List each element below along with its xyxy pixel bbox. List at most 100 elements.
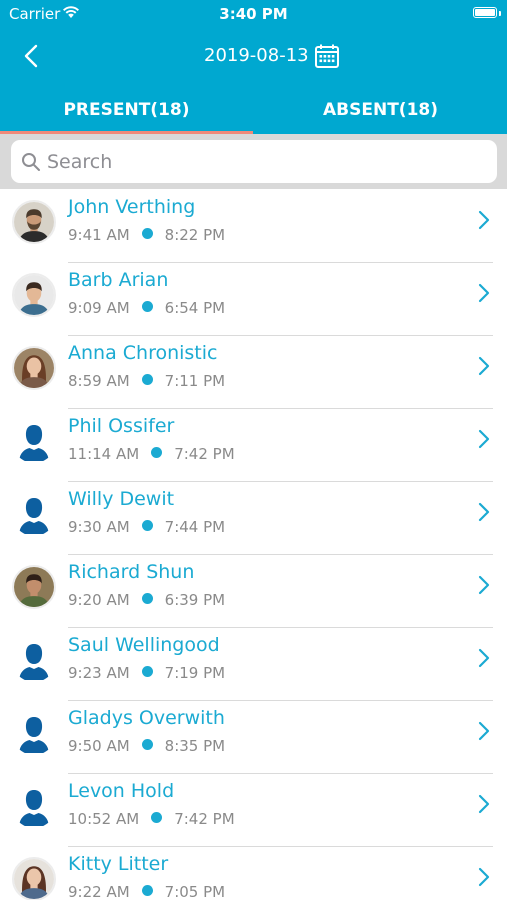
back-arrow-icon[interactable] — [18, 40, 46, 72]
check-times: 9:09 AM 6:54 PM — [68, 299, 225, 317]
check-times: 9:30 AM 7:44 PM — [68, 518, 225, 536]
attendance-list: John Verthing 9:41 AM 8:22 PM Barb Arian … — [0, 189, 507, 900]
tab-bar: PRESENT(18) ABSENT(18) — [0, 88, 507, 134]
search-bar[interactable] — [11, 140, 497, 183]
person-name: Barb Arian — [68, 269, 169, 291]
search-icon — [22, 153, 40, 171]
list-item-gladys-overwith[interactable]: Gladys Overwith 9:50 AM 8:35 PM — [0, 700, 507, 773]
calendar-icon[interactable] — [314, 43, 340, 69]
list-item-phil-ossifer[interactable]: Phil Ossifer 11:14 AM 7:42 PM — [0, 408, 507, 481]
check-in-time: 9:41 AM — [68, 226, 130, 244]
check-out-time: 8:22 PM — [164, 226, 226, 244]
check-in-time: 9:23 AM — [68, 664, 130, 682]
list-item-saul-wellingood[interactable]: Saul Wellingood 9:23 AM 7:19 PM — [0, 627, 507, 700]
row-separator — [68, 773, 493, 774]
check-in-time: 8:59 AM — [68, 372, 130, 390]
list-item-richard-shun[interactable]: Richard Shun 9:20 AM 6:39 PM — [0, 554, 507, 627]
check-in-time: 9:09 AM — [68, 299, 130, 317]
row-separator — [68, 262, 493, 263]
nav-bar: 2019-08-13 — [0, 30, 507, 82]
person-name: Levon Hold — [68, 780, 175, 802]
tab-present-label: PRESENT(18) — [63, 100, 190, 120]
avatar-photo — [12, 857, 56, 900]
search-input[interactable] — [47, 140, 477, 183]
status-dot — [141, 666, 153, 677]
chevron-right-icon[interactable] — [477, 793, 491, 815]
status-dot — [141, 301, 153, 312]
avatar-placeholder-icon — [12, 638, 56, 682]
avatar-placeholder-icon — [12, 784, 56, 828]
check-times: 9:22 AM 7:05 PM — [68, 883, 225, 900]
row-separator — [68, 408, 493, 409]
check-times: 9:50 AM 8:35 PM — [68, 737, 225, 755]
status-dot — [141, 885, 153, 896]
person-name: Richard Shun — [68, 561, 195, 583]
chevron-right-icon[interactable] — [477, 866, 491, 888]
check-in-time: 10:52 AM — [68, 810, 140, 828]
row-separator — [68, 481, 493, 482]
row-separator — [68, 846, 493, 847]
list-item-levon-hold[interactable]: Levon Hold 10:52 AM 7:42 PM — [0, 773, 507, 846]
person-name: Anna Chronistic — [68, 342, 218, 364]
status-dot — [141, 593, 153, 604]
person-name: Willy Dewit — [68, 488, 175, 510]
chevron-right-icon[interactable] — [477, 647, 491, 669]
battery-icon — [473, 7, 497, 18]
check-times: 11:14 AM 7:42 PM — [68, 445, 235, 463]
chevron-right-icon[interactable] — [477, 282, 491, 304]
list-item-barb-arian[interactable]: Barb Arian 9:09 AM 6:54 PM — [0, 262, 507, 335]
check-out-time: 6:39 PM — [164, 591, 226, 609]
list-item-willy-dewit[interactable]: Willy Dewit 9:30 AM 7:44 PM — [0, 481, 507, 554]
status-dot — [141, 374, 153, 385]
check-times: 9:20 AM 6:39 PM — [68, 591, 225, 609]
tab-present[interactable]: PRESENT(18) — [0, 88, 253, 134]
tab-absent[interactable]: ABSENT(18) — [254, 88, 507, 134]
avatar-photo — [12, 273, 56, 317]
check-out-time: 7:19 PM — [164, 664, 226, 682]
check-times: 9:23 AM 7:19 PM — [68, 664, 225, 682]
row-separator — [68, 700, 493, 701]
row-separator — [68, 554, 493, 555]
chevron-right-icon[interactable] — [477, 501, 491, 523]
person-name: Gladys Overwith — [68, 707, 225, 729]
person-name: Saul Wellingood — [68, 634, 220, 656]
check-out-time: 7:44 PM — [164, 518, 226, 536]
selected-date: 2019-08-13 — [204, 45, 309, 66]
check-times: 8:59 AM 7:11 PM — [68, 372, 225, 390]
check-times: 10:52 AM 7:42 PM — [68, 810, 235, 828]
check-out-time: 7:42 PM — [174, 445, 235, 463]
row-separator — [68, 335, 493, 336]
check-in-time: 9:22 AM — [68, 883, 130, 900]
check-out-time: 7:11 PM — [164, 372, 226, 390]
check-times: 9:41 AM 8:22 PM — [68, 226, 225, 244]
person-name: Kitty Litter — [68, 853, 169, 875]
status-dot — [151, 447, 163, 458]
status-bar: Carrier 3:40 PM — [0, 0, 507, 28]
check-out-time: 7:42 PM — [174, 810, 235, 828]
list-item-anna-chronistic[interactable]: Anna Chronistic 8:59 AM 7:11 PM — [0, 335, 507, 408]
search-bar-container — [0, 134, 507, 189]
row-separator — [68, 627, 493, 628]
chevron-right-icon[interactable] — [477, 574, 491, 596]
avatar-placeholder-icon — [12, 711, 56, 755]
avatar-placeholder-icon — [12, 492, 56, 536]
avatar-placeholder-icon — [12, 419, 56, 463]
chevron-right-icon[interactable] — [477, 428, 491, 450]
check-out-time: 6:54 PM — [164, 299, 226, 317]
status-time: 3:40 PM — [219, 5, 288, 23]
check-in-time: 9:50 AM — [68, 737, 130, 755]
avatar-photo — [12, 346, 56, 390]
person-name: Phil Ossifer — [68, 415, 175, 437]
avatar-photo — [12, 200, 56, 244]
check-out-time: 8:35 PM — [164, 737, 226, 755]
chevron-right-icon[interactable] — [477, 355, 491, 377]
header-bar: Carrier 3:40 PM 2019-08-13 PRESENT(18) A… — [0, 0, 507, 134]
chevron-right-icon[interactable] — [477, 720, 491, 742]
status-dot — [151, 812, 163, 823]
status-dot — [141, 739, 153, 750]
status-dot — [141, 228, 153, 239]
person-name: John Verthing — [68, 196, 196, 218]
list-item-john-verthing[interactable]: John Verthing 9:41 AM 8:22 PM — [0, 189, 507, 262]
list-item-kitty-litter[interactable]: Kitty Litter 9:22 AM 7:05 PM — [0, 846, 507, 900]
chevron-right-icon[interactable] — [477, 209, 491, 231]
